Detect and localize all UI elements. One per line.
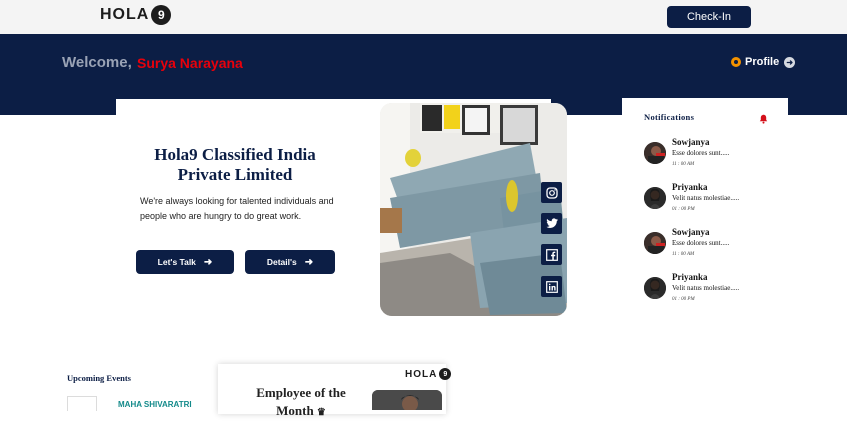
linkedin-icon[interactable] [541, 276, 562, 297]
hola9-logo[interactable]: HOLA 9 [100, 5, 172, 25]
notification-time: 01 : 00 PM [672, 297, 695, 302]
event-date-box [67, 396, 97, 411]
lets-talk-label: Let's Talk [157, 257, 196, 267]
check-in-button[interactable]: Check-In [667, 6, 751, 28]
lets-talk-button[interactable]: Let's Talk ➜ [136, 250, 234, 274]
employee-of-month-title: Employee of the Month ♛ [253, 384, 349, 422]
notification-time: 11 : 00 AM [672, 162, 695, 167]
user-name: Surya Narayana [137, 55, 243, 71]
notification-name: Priyanka [672, 272, 708, 282]
company-tagline: We're always looking for talented indivi… [140, 196, 334, 221]
upcoming-events-title: Upcoming Events [67, 373, 131, 383]
details-button[interactable]: Detail's ➜ [245, 250, 335, 274]
welcome-label: Welcome, [62, 54, 132, 71]
profile-dot-icon [731, 57, 741, 67]
hola9-logo: HOLA 9 [405, 368, 452, 380]
logo-badge: 9 [151, 5, 172, 25]
bell-icon[interactable] [759, 111, 768, 129]
profile-link[interactable]: Profile ➜ [731, 56, 796, 68]
instagram-icon[interactable] [541, 182, 562, 203]
profile-label: Profile [745, 56, 780, 68]
employee-title-text: Employee of the Month [256, 385, 346, 418]
avatar [644, 277, 666, 299]
notification-name: Priyanka [672, 182, 708, 192]
twitter-icon[interactable] [541, 213, 562, 234]
logo-text: HOLA [405, 368, 438, 380]
notification-time: 01 : 00 PM [672, 207, 695, 212]
notification-message: Esse dolores sunt..... [672, 239, 730, 247]
facebook-icon[interactable] [541, 244, 562, 265]
arrow-right-circle-icon: ➜ [784, 56, 796, 68]
notification-message: Esse dolores sunt..... [672, 149, 730, 157]
logo-badge: 9 [439, 368, 452, 380]
sofa-photo [380, 103, 567, 316]
logo-text: HOLA [100, 6, 150, 23]
notification-message: Velit natus molestiae..... [672, 284, 740, 292]
arrow-right-icon: ➜ [304, 256, 314, 268]
avatar [644, 142, 666, 164]
employee-photo [372, 390, 442, 410]
notifications-title: Notifications [644, 112, 695, 122]
notification-message: Velit natus molestiae..... [672, 194, 740, 202]
notification-time: 11 : 00 AM [672, 252, 695, 257]
notification-name: Sowjanya [672, 137, 710, 147]
avatar [644, 232, 666, 254]
details-label: Detail's [266, 257, 297, 267]
notification-name: Sowjanya [672, 227, 710, 237]
avatar [644, 187, 666, 209]
arrow-right-icon: ➜ [203, 256, 213, 268]
company-title: Hola9 Classified India Private Limited [154, 145, 316, 184]
trophy-icon: ♛ [316, 407, 326, 418]
